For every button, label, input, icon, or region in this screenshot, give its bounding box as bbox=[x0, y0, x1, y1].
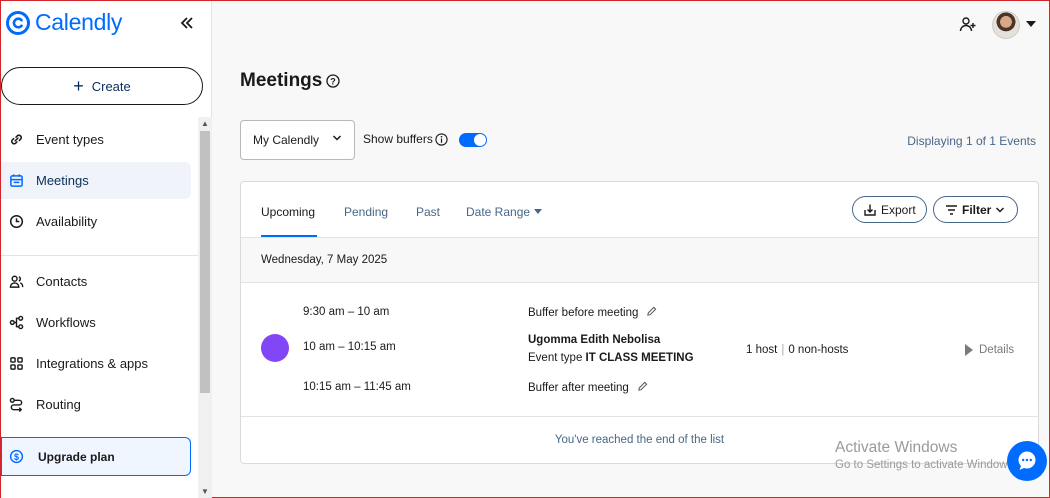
active-tab-indicator bbox=[261, 235, 317, 237]
svg-text:$: $ bbox=[14, 451, 19, 461]
displaying-count: Displaying 1 of 1 Events bbox=[907, 134, 1036, 148]
calendar-select-value: My Calendly bbox=[253, 133, 320, 147]
event-type-prefix: Event type bbox=[528, 352, 583, 364]
calendly-logo-icon bbox=[6, 10, 30, 35]
sidebar-item-routing[interactable]: Routing bbox=[1, 386, 191, 423]
tab-bar: Upcoming Pending Past Date Range Export … bbox=[241, 182, 1038, 238]
user-avatar[interactable] bbox=[992, 11, 1020, 39]
event-row[interactable]: 9:30 am – 10 am Buffer before meeting 10… bbox=[241, 283, 1038, 417]
chat-support-button[interactable] bbox=[1007, 441, 1047, 481]
link-icon bbox=[8, 132, 24, 148]
export-button[interactable]: Export bbox=[852, 196, 927, 223]
upgrade-plan-label: Upgrade plan bbox=[38, 449, 115, 464]
sidebar-item-availability[interactable]: Availability bbox=[1, 203, 191, 240]
event-color-dot bbox=[261, 334, 289, 362]
toggle-knob bbox=[474, 134, 486, 146]
tab-past[interactable]: Past bbox=[416, 205, 440, 219]
activate-windows-subtitle: Go to Settings to activate Windows. bbox=[835, 459, 1017, 471]
help-icon[interactable]: ? bbox=[326, 74, 340, 88]
sidebar-item-label: Event types bbox=[36, 132, 104, 147]
dollar-icon: $ bbox=[9, 449, 25, 465]
filter-button[interactable]: Filter bbox=[933, 196, 1018, 223]
double-chevron-left-icon bbox=[180, 17, 193, 29]
chevron-down-icon bbox=[332, 135, 342, 141]
event-type-line: Event type IT CLASS MEETING bbox=[528, 352, 694, 364]
sidebar-item-contacts[interactable]: Contacts bbox=[1, 263, 191, 300]
hosts-summary: 1 host | 0 non-hosts bbox=[746, 344, 848, 356]
event-type-name: IT CLASS MEETING bbox=[585, 352, 694, 364]
clock-icon bbox=[8, 214, 24, 230]
scroll-up-arrow-icon[interactable]: ▲ bbox=[200, 119, 210, 129]
page-title: Meetings bbox=[240, 70, 323, 91]
buffer-before-time: 9:30 am – 10 am bbox=[303, 306, 390, 318]
separator: | bbox=[781, 344, 785, 356]
buffer-before-text: Buffer before meeting bbox=[528, 307, 639, 319]
brand-name: Calendly bbox=[35, 9, 123, 35]
sidebar-item-label: Routing bbox=[36, 397, 81, 412]
expand-triangle-icon bbox=[965, 344, 973, 356]
activate-windows-title: Activate Windows bbox=[835, 439, 958, 456]
export-icon bbox=[864, 204, 876, 216]
sidebar-item-event-types[interactable]: Event types bbox=[1, 121, 191, 158]
account-menu-caret-icon[interactable] bbox=[1026, 21, 1036, 27]
scrollbar-thumb[interactable] bbox=[200, 131, 210, 393]
details-label: Details bbox=[979, 344, 1015, 356]
show-buffers-toggle[interactable] bbox=[459, 133, 487, 147]
host-count: 1 host bbox=[746, 344, 778, 356]
invitee-name[interactable]: Ugomma Edith Nebolisa bbox=[528, 334, 660, 346]
tab-upcoming[interactable]: Upcoming bbox=[261, 205, 315, 219]
info-icon[interactable] bbox=[435, 133, 448, 146]
create-button[interactable]: + Create bbox=[1, 67, 203, 105]
plus-icon: + bbox=[73, 76, 84, 96]
edit-pencil-icon[interactable] bbox=[637, 381, 648, 392]
filter-icon bbox=[946, 204, 957, 215]
calendar-icon bbox=[8, 173, 24, 189]
buffer-after-time: 10:15 am – 11:45 am bbox=[303, 381, 411, 393]
create-button-label: Create bbox=[91, 78, 131, 94]
date-heading-row: Wednesday, 7 May 2025 bbox=[241, 238, 1038, 283]
non-host-count: 0 non-hosts bbox=[788, 344, 849, 356]
chevron-down-icon bbox=[996, 206, 1005, 213]
buffer-after-label: Buffer after meeting bbox=[528, 381, 648, 394]
sidebar-scrollbar[interactable]: ▲ ▼ bbox=[198, 117, 212, 498]
sidebar-divider bbox=[1, 255, 198, 256]
sidebar-item-integrations[interactable]: Integrations & apps bbox=[1, 345, 191, 382]
sidebar-item-label: Meetings bbox=[36, 173, 89, 188]
svg-text:?: ? bbox=[330, 76, 336, 86]
caret-down-icon bbox=[534, 209, 543, 214]
routing-icon bbox=[8, 397, 24, 413]
details-button[interactable]: Details bbox=[965, 344, 1014, 356]
meetings-card: Upcoming Pending Past Date Range Export … bbox=[240, 181, 1039, 464]
date-heading: Wednesday, 7 May 2025 bbox=[261, 254, 388, 266]
filter-label: Filter bbox=[962, 202, 992, 217]
event-time: 10 am – 10:15 am bbox=[303, 341, 396, 353]
show-buffers-label: Show buffers bbox=[363, 132, 433, 146]
workflow-icon bbox=[8, 315, 24, 331]
grid-icon bbox=[8, 356, 24, 372]
calendar-select[interactable]: My Calendly bbox=[240, 120, 355, 160]
invite-user-button[interactable] bbox=[959, 15, 979, 35]
contacts-icon bbox=[8, 274, 24, 290]
scroll-down-arrow-icon[interactable]: ▼ bbox=[200, 487, 210, 497]
tab-date-range[interactable]: Date Range bbox=[466, 205, 543, 219]
export-label: Export bbox=[881, 202, 916, 217]
buffer-after-text: Buffer after meeting bbox=[528, 382, 629, 394]
add-user-icon bbox=[959, 17, 976, 32]
sidebar-item-label: Integrations & apps bbox=[36, 356, 149, 371]
chat-icon bbox=[1018, 451, 1036, 470]
sidebar-item-label: Contacts bbox=[36, 274, 88, 289]
edit-pencil-icon[interactable] bbox=[646, 306, 657, 317]
sidebar-item-label: Availability bbox=[36, 214, 98, 229]
sidebar-item-workflows[interactable]: Workflows bbox=[1, 304, 191, 341]
buffer-before-label: Buffer before meeting bbox=[528, 306, 657, 319]
calendly-logo[interactable]: Calendly bbox=[6, 9, 122, 36]
tab-date-range-label: Date Range bbox=[466, 205, 531, 219]
sidebar-item-meetings[interactable]: Meetings bbox=[1, 162, 191, 199]
collapse-sidebar-button[interactable] bbox=[177, 13, 197, 33]
upgrade-plan-button[interactable]: $ Upgrade plan bbox=[1, 437, 191, 476]
tab-pending[interactable]: Pending bbox=[344, 205, 388, 219]
sidebar: Calendly + Create Event types Meetings A… bbox=[1, 1, 212, 498]
sidebar-item-label: Workflows bbox=[36, 315, 96, 330]
